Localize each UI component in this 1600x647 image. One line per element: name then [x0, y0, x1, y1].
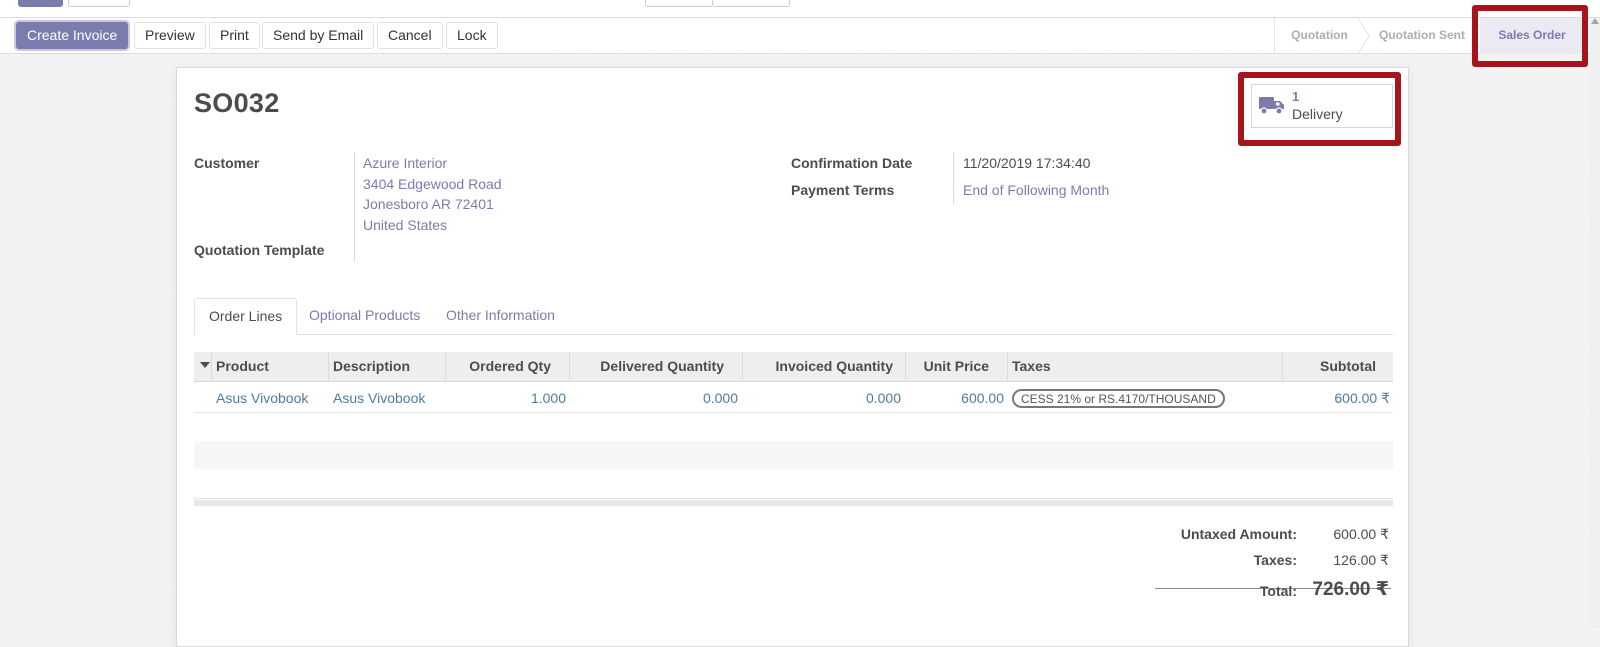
customer-name[interactable]: Azure Interior	[363, 155, 447, 171]
pager-next-remnant[interactable]	[712, 0, 790, 7]
column-description[interactable]: Description	[329, 352, 446, 382]
cell-unit-price[interactable]: 600.00	[906, 383, 1004, 413]
lock-button[interactable]: Lock	[446, 22, 498, 49]
tax-tag[interactable]: CESS 21% or RS.4170/THOUSAND	[1012, 389, 1225, 408]
create-invoice-button[interactable]: Create Invoice	[16, 22, 129, 49]
status-quotation-sent[interactable]: Quotation Sent	[1364, 18, 1480, 54]
payment-terms-value[interactable]: End of Following Month	[963, 182, 1109, 198]
cancel-button[interactable]: Cancel	[377, 22, 443, 49]
table-row[interactable]: Asus Vivobook Asus Vivobook 1.000 0.000 …	[194, 383, 1393, 413]
confirmation-date-label: Confirmation Date	[791, 155, 913, 171]
customer-label: Customer	[194, 155, 260, 171]
cell-ordered-qty[interactable]: 1.000	[446, 383, 566, 413]
cell-invoiced-qty[interactable]: 0.000	[743, 383, 901, 413]
column-ordered-qty[interactable]: Ordered Qty	[446, 352, 570, 382]
form-sheet: SO032 1 Delivery Customer Azure Interior…	[176, 67, 1409, 647]
empty-row	[194, 441, 1393, 471]
column-delivered-quantity[interactable]: Delivered Quantity	[570, 352, 743, 382]
column-invoiced-quantity[interactable]: Invoiced Quantity	[743, 352, 906, 382]
scroll-up-arrow[interactable]	[1591, 18, 1599, 24]
pager-previous-remnant[interactable]	[645, 0, 713, 7]
column-subtotal[interactable]: Subtotal	[1283, 352, 1393, 382]
total-label: Total:	[1259, 583, 1297, 599]
field-divider	[953, 152, 954, 204]
send-by-email-button[interactable]: Send by Email	[262, 22, 375, 49]
field-divider	[354, 152, 355, 262]
cell-product[interactable]: Asus Vivobook	[216, 383, 308, 413]
customer-street[interactable]: 3404 Edgewood Road	[363, 176, 502, 192]
preview-button[interactable]: Preview	[134, 22, 206, 49]
discard-button-remnant[interactable]	[68, 0, 130, 7]
table-footer	[194, 500, 1393, 506]
quotation-template-label: Quotation Template	[194, 242, 325, 258]
page-title: SO032	[194, 88, 280, 118]
notebook-tabs: Order Lines Optional Products Other Info…	[194, 298, 1393, 335]
column-product[interactable]: Product	[212, 352, 329, 382]
customer-city[interactable]: Jonesboro AR 72401	[363, 196, 494, 212]
cell-description[interactable]: Asus Vivobook	[333, 383, 425, 413]
cell-subtotal[interactable]: 600.00 ₹	[1283, 383, 1390, 413]
status-quotation[interactable]: Quotation	[1274, 18, 1364, 54]
column-taxes[interactable]: Taxes	[1008, 352, 1283, 382]
top-breadcrumb-bar	[0, 0, 1600, 18]
row-handle-column[interactable]	[194, 352, 212, 382]
empty-row	[194, 413, 1393, 443]
confirmation-date-value: 11/20/2019 17:34:40	[963, 155, 1091, 171]
caret-down-icon	[200, 362, 210, 368]
total-value: 726.00 ₹	[1312, 579, 1389, 600]
tab-other-information[interactable]: Other Information	[432, 298, 569, 335]
untaxed-amount-value: 600.00 ₹	[1333, 526, 1389, 542]
print-button[interactable]: Print	[209, 22, 260, 49]
payment-terms-label: Payment Terms	[791, 182, 895, 198]
tab-optional-products[interactable]: Optional Products	[295, 298, 434, 335]
highlight-box-status	[1472, 5, 1588, 67]
cell-delivered-qty[interactable]: 0.000	[570, 383, 738, 413]
customer-country[interactable]: United States	[363, 217, 447, 233]
taxes-value: 126.00 ₹	[1333, 552, 1389, 568]
untaxed-amount-label: Untaxed Amount:	[1180, 526, 1297, 542]
scrollbar[interactable]	[1590, 18, 1600, 628]
taxes-label: Taxes:	[1253, 552, 1297, 568]
column-unit-price[interactable]: Unit Price	[906, 352, 1008, 382]
table-header: Product Description Ordered Qty Delivere…	[194, 352, 1393, 382]
tab-order-lines[interactable]: Order Lines	[194, 298, 298, 335]
save-button-remnant[interactable]	[18, 0, 63, 7]
empty-row	[194, 469, 1393, 499]
highlight-box-delivery	[1238, 72, 1401, 146]
